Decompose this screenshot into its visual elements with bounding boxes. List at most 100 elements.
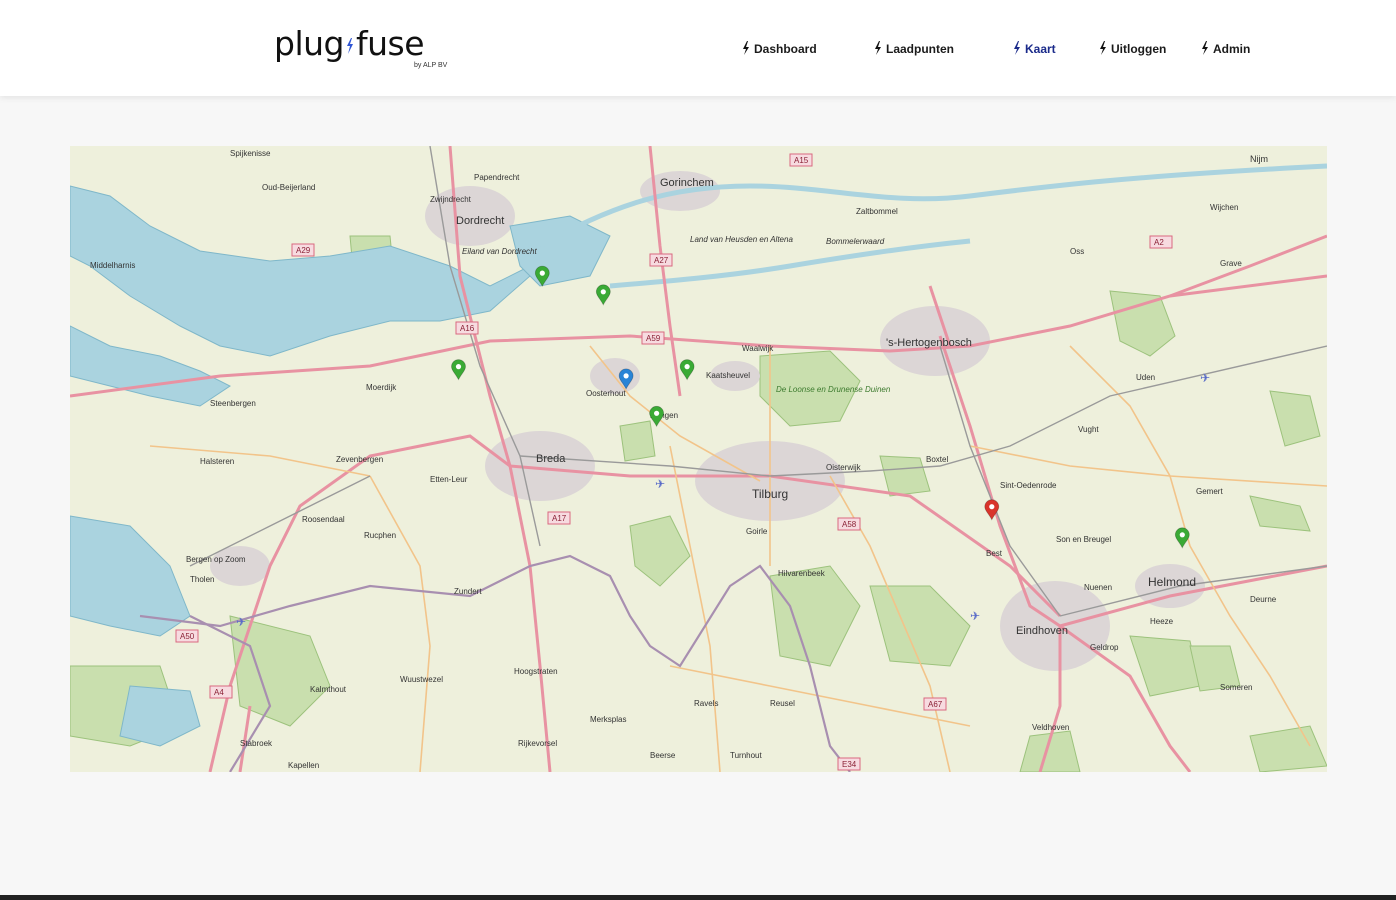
label-nijmegen: Nijm	[1250, 154, 1268, 164]
svg-text:A2: A2	[1154, 238, 1164, 247]
label-son-en-breugel: Son en Breugel	[1056, 535, 1111, 544]
label-biesbosch: Eiland van Dordrecht	[462, 247, 537, 256]
brand-logo[interactable]: plug fuse by ALP BV	[274, 24, 447, 72]
label-veldhoven: Veldhoven	[1032, 723, 1069, 732]
brand-name-right: fuse	[355, 24, 425, 63]
label-turnhout: Turnhout	[730, 751, 763, 760]
svg-text:A17: A17	[552, 514, 567, 523]
label-spijkenisse: Spijkenisse	[230, 149, 271, 158]
label-beerse: Beerse	[650, 751, 676, 760]
bolt-icon	[1014, 41, 1020, 55]
nav-label: Admin	[1213, 42, 1251, 56]
bolt-icon	[346, 38, 353, 54]
label-sint-oedenrode: Sint-Oedenrode	[1000, 481, 1057, 490]
label-rucphen: Rucphen	[364, 531, 396, 540]
label-hoogstraten: Hoogstraten	[514, 667, 558, 676]
label-grave: Grave	[1220, 259, 1242, 268]
svg-text:A15: A15	[794, 156, 809, 165]
label-deurne: Deurne	[1250, 595, 1277, 604]
label-wuustwezel: Wuustwezel	[400, 675, 443, 684]
map-pin-dot	[1179, 532, 1185, 538]
label-kapellen: Kapellen	[288, 761, 319, 770]
label-wijchen: Wijchen	[1210, 203, 1238, 212]
label-papendrecht: Papendrecht	[474, 173, 520, 182]
label-stabroek: Stabroek	[240, 739, 273, 748]
label-halsteren: Halsteren	[200, 457, 234, 466]
nav-laadpunten[interactable]: Laadpunten	[874, 40, 954, 58]
label-oss: Oss	[1070, 247, 1084, 256]
label-land-van-heusden: Land van Heusden en Altena	[690, 235, 793, 244]
label-oisterwijk: Oisterwijk	[826, 463, 862, 472]
header: plug fuse by ALP BV Dashboard Laadpunten …	[0, 0, 1396, 96]
airport-icon: ✈	[1200, 371, 1210, 385]
map[interactable]: Dordrecht Gorinchem Breda Tilburg 's-Her…	[70, 146, 1327, 772]
label-etten-leur: Etten-Leur	[430, 475, 468, 484]
label-nuenen: Nuenen	[1084, 583, 1112, 592]
label-tilburg: Tilburg	[752, 487, 788, 501]
label-moerdijk: Moerdijk	[366, 383, 397, 392]
nav-uitloggen[interactable]: Uitloggen	[1099, 40, 1166, 58]
label-vught: Vught	[1078, 425, 1099, 434]
map-canvas[interactable]: Dordrecht Gorinchem Breda Tilburg 's-Her…	[70, 146, 1327, 772]
nav-kaart[interactable]: Kaart	[1013, 40, 1056, 58]
label-tholen: Tholen	[190, 575, 214, 584]
label-best: Best	[986, 549, 1003, 558]
nav-admin[interactable]: Admin	[1201, 40, 1250, 58]
bolt-icon	[1202, 41, 1208, 55]
map-pin-dot	[654, 410, 660, 416]
airport-icon: ✈	[236, 615, 246, 629]
map-pin-dot	[989, 504, 995, 510]
label-loonse-duinen: De Loonse en Drunense Duinen	[776, 385, 891, 394]
label-zwijndrecht: Zwijndrecht	[430, 195, 472, 204]
map-pin-dot	[623, 373, 629, 379]
label-breda: Breda	[536, 453, 566, 465]
label-bommelerwaard: Bommelerwaard	[826, 237, 885, 246]
label-heeze: Heeze	[1150, 617, 1174, 626]
label-oud-beijerland: Oud-Beijerland	[262, 183, 315, 192]
label-zaltbommel: Zaltbommel	[856, 207, 898, 216]
label-gemert: Gemert	[1196, 487, 1223, 496]
svg-text:A27: A27	[654, 256, 669, 265]
svg-text:E34: E34	[842, 760, 857, 769]
nav-dashboard[interactable]: Dashboard	[742, 40, 817, 58]
map-pin-dot	[539, 270, 545, 276]
brand-subtitle: by ALP BV	[414, 62, 448, 69]
label-uden: Uden	[1136, 373, 1155, 382]
label-someren: Someren	[1220, 683, 1252, 692]
label-gorinchem: Gorinchem	[660, 177, 714, 189]
label-zundert: Zundert	[454, 587, 482, 596]
svg-text:A59: A59	[646, 334, 661, 343]
label-kalmthout: Kalmthout	[310, 685, 347, 694]
nav-label: Uitloggen	[1111, 42, 1167, 56]
label-roosendaal: Roosendaal	[302, 515, 345, 524]
brand-name-left: plug	[274, 24, 344, 63]
label-reusel: Reusel	[770, 699, 795, 708]
label-hertogenbosch: 's-Hertogenbosch	[886, 337, 972, 349]
label-helmond: Helmond	[1148, 575, 1196, 589]
label-middelharnis: Middelharnis	[90, 261, 135, 270]
label-dordrecht: Dordrecht	[456, 215, 504, 227]
airport-icon: ✈	[970, 609, 980, 623]
label-kaatsheuvel: Kaatsheuvel	[706, 371, 750, 380]
label-bergen-op-zoom: Bergen op Zoom	[186, 555, 246, 564]
svg-text:A67: A67	[928, 700, 943, 709]
label-hilvarenbeek: Hilvarenbeek	[778, 569, 826, 578]
label-boxtel: Boxtel	[926, 455, 948, 464]
label-ravels: Ravels	[694, 699, 718, 708]
label-oosterhout: Oosterhout	[586, 389, 626, 398]
map-pin-dot	[600, 289, 606, 295]
airport-icon: ✈	[655, 477, 665, 491]
label-rijkevorsel: Rijkevorsel	[518, 739, 557, 748]
label-geldrop: Geldrop	[1090, 643, 1119, 652]
label-eindhoven: Eindhoven	[1016, 625, 1068, 637]
bolt-icon	[1100, 41, 1106, 55]
label-waalwijk: Waalwijk	[742, 344, 774, 353]
svg-text:A4: A4	[214, 688, 224, 697]
label-goirle: Goirle	[746, 527, 768, 536]
map-pin-dot	[684, 364, 690, 370]
bolt-icon	[875, 41, 881, 55]
svg-text:A29: A29	[296, 246, 311, 255]
svg-text:A58: A58	[842, 520, 857, 529]
nav-label: Kaart	[1025, 42, 1056, 56]
nav-label: Dashboard	[754, 42, 817, 56]
